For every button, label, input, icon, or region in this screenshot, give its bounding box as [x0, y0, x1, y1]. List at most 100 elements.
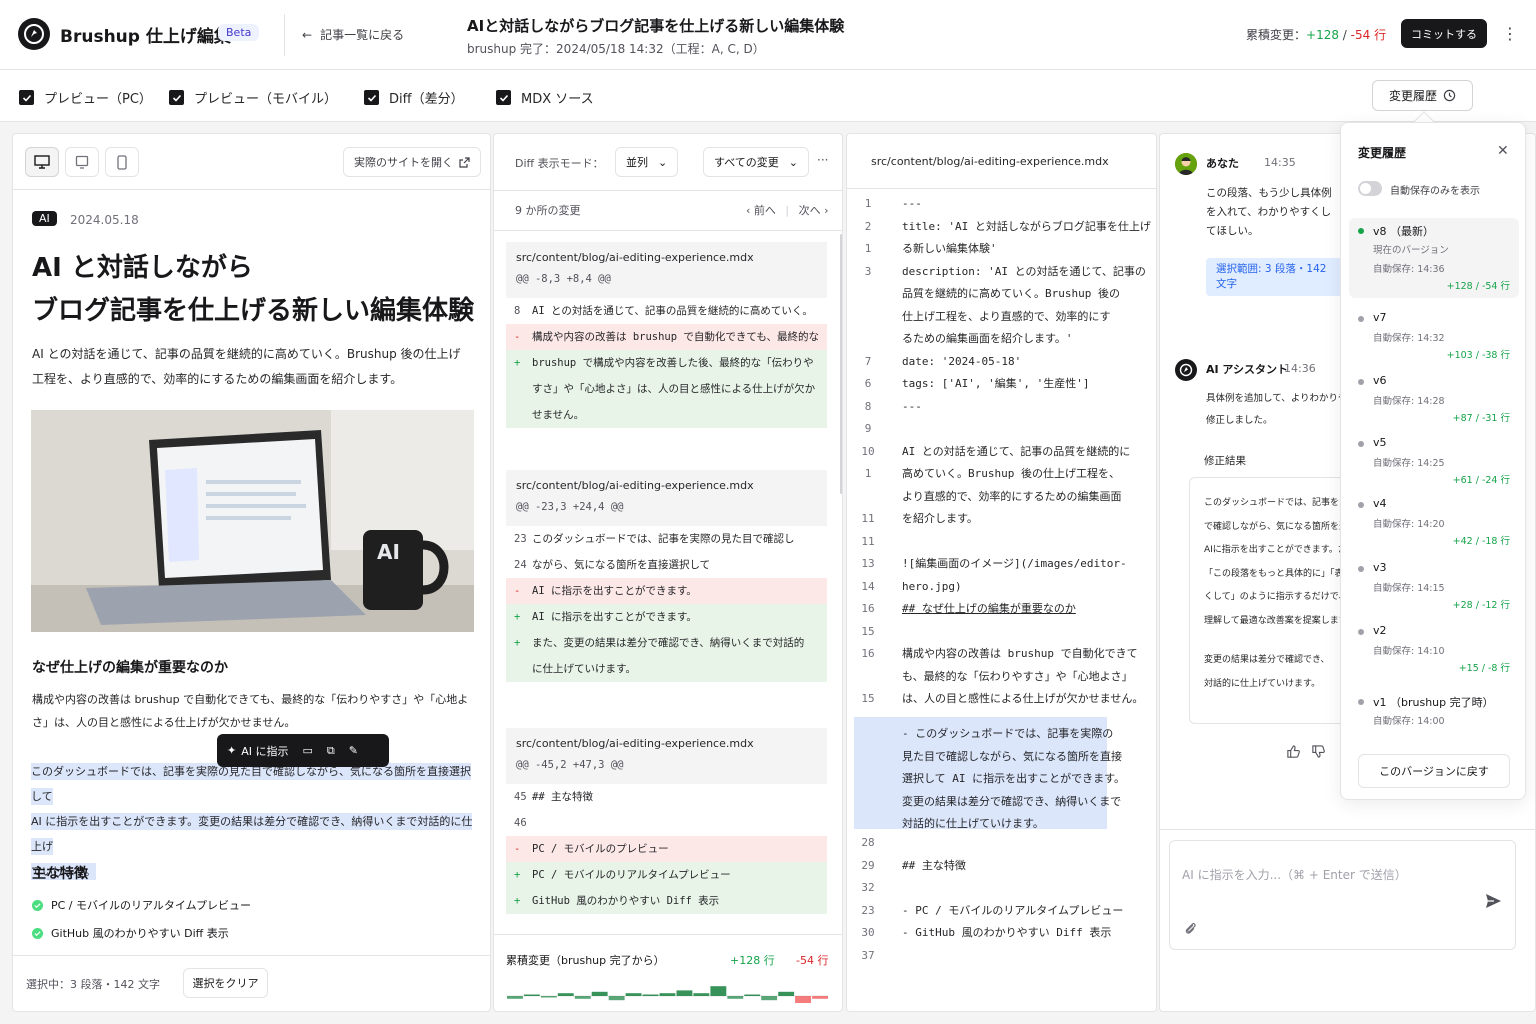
diff-mode-select[interactable]: 並列 ⌄ — [615, 147, 679, 177]
source-line-text: る新しい編集体験' — [902, 242, 997, 255]
version-diff-count: +42 / -18 行 — [1452, 536, 1510, 547]
ai-message-line: 具体例を追加して、よりわかりやすく — [1206, 393, 1341, 404]
version-item[interactable]: v7 自動保存: 14:32 +103 / -38 行 — [1358, 311, 1518, 371]
clear-selection-button[interactable]: 選択をクリア — [183, 968, 268, 998]
version-item[interactable]: v5 自動保存: 14:25 +61 / -24 行 — [1358, 436, 1518, 496]
diff-line: + brushup で構成や内容を改善した後、最終的な「伝わりや — [506, 350, 827, 376]
source-file-path: src/content/blog/ai-editing-experience.m… — [871, 155, 1109, 168]
divider — [284, 14, 285, 56]
source-line-number: 23 — [861, 903, 875, 917]
result-line: 「この段落をもっと具体的に」「表現 — [1204, 568, 1349, 579]
selected-paragraph[interactable]: このダッシュボードでは、記事を実際の見た目で確認しながら、気になる箇所を直接選択… — [31, 759, 474, 884]
more-horizontal-icon[interactable]: ··· — [817, 153, 828, 167]
article-lead: AI との対話を通じて、記事の品質を継続的に高めていく。Brushup 後の仕上… — [32, 347, 461, 386]
version-item[interactable]: v6 自動保存: 14:28 +87 / -31 行 — [1358, 374, 1518, 434]
history-popover: 変更履歴 ✕ 自動保存のみを表示 v8 （最新） 現在のバージョン 自動保存: 14… — [1340, 122, 1526, 800]
version-dot — [1358, 629, 1364, 635]
source-line: 9 — [847, 418, 1156, 441]
copy-icon[interactable]: ⧉ — [327, 744, 335, 758]
autosave-only-switch[interactable] — [1358, 181, 1382, 196]
desktop-icon — [34, 155, 50, 169]
checkbox-checked-icon[interactable] — [169, 90, 184, 105]
source-line-number: 16 — [861, 647, 875, 660]
external-link-icon — [459, 156, 470, 168]
version-diff-count: +103 / -38 行 — [1446, 350, 1510, 361]
diff-line: 23 このダッシュボードでは、記事を実際の見た目で確認し — [506, 526, 827, 552]
toggle-preview-mobile[interactable]: プレビュー（モバイル） — [169, 88, 337, 107]
send-icon[interactable] — [1484, 892, 1502, 910]
thumbs-down-icon[interactable] — [1311, 744, 1326, 759]
close-icon[interactable]: ✕ — [1497, 143, 1509, 159]
version-item[interactable]: v3 自動保存: 14:15 +28 / -12 行 — [1358, 561, 1518, 621]
source-line: 11 — [847, 531, 1156, 554]
desktop-view-button[interactable] — [25, 147, 59, 177]
checkbox-checked-icon[interactable] — [496, 90, 511, 105]
chat-input[interactable]: AI に指示を入力...（⌘ + Enter で送信） — [1169, 840, 1516, 950]
checkbox-checked-icon[interactable] — [364, 90, 379, 105]
version-item[interactable]: v1 （brushup 完了時） 自動保存: 14:00 — [1358, 694, 1518, 754]
checkbox-checked-icon[interactable] — [19, 90, 34, 105]
version-item[interactable]: v2 自動保存: 14:10 +15 / -8 行 — [1358, 624, 1518, 684]
tablet-view-button[interactable] — [65, 147, 99, 177]
version-autosave-time: 自動保存: 14:32 — [1373, 333, 1445, 344]
feedback-buttons — [1286, 744, 1326, 759]
selection-info: 選択中：3 段落・142 文字 — [26, 978, 160, 991]
result-preview: このダッシュボードでは、記事を で確認しながら、気になる箇所を選 AIに指示を出すこ… — [1189, 477, 1349, 724]
source-line-text: 選択して AI に指示を出すことができます。 — [902, 772, 1126, 785]
attachment-paperclip-icon[interactable] — [1183, 920, 1197, 936]
toggle-diff[interactable]: Diff（差分） — [364, 88, 464, 107]
change-sparkline — [506, 986, 828, 1003]
source-line: 37 — [847, 945, 1156, 968]
comment-icon[interactable]: ▭ — [302, 744, 312, 757]
version-autosave-time: 自動保存: 14:15 — [1373, 583, 1445, 594]
revert-to-version-button[interactable]: このバージョンに戻す — [1358, 754, 1510, 788]
cumulative-diff-deletions: -54 行 — [796, 954, 829, 967]
version-item[interactable]: v4 自動保存: 14:20 +42 / -18 行 — [1358, 497, 1518, 557]
toggle-mdx-source[interactable]: MDX ソース — [496, 88, 594, 107]
diff-line-text: PC / モバイルのプレビュー — [532, 843, 669, 855]
cumulative-diff-additions: +128 行 — [730, 954, 775, 967]
commit-button[interactable]: コミットする — [1401, 19, 1487, 48]
feature-label: GitHub 風のわかりやすい Diff 表示 — [51, 927, 229, 940]
diff-line-gutter — [506, 376, 532, 402]
section-heading: なぜ仕上げの編集が重要なのか — [32, 660, 228, 676]
diff-line-gutter: + — [514, 895, 521, 907]
edit-pencil-icon[interactable]: ✎ — [349, 744, 358, 757]
divider — [494, 230, 842, 231]
open-site-button[interactable]: 実際のサイトを開く — [343, 147, 481, 177]
sparkline-bar — [795, 996, 811, 1003]
back-to-list-link[interactable]: ← 記事一覧に戻る — [302, 26, 404, 43]
source-line-text: --- — [902, 399, 922, 413]
history-button[interactable]: 変更履歴 — [1372, 80, 1473, 111]
source-line-number: 2 — [864, 219, 872, 233]
source-line: 10 AI との対話を通じて、記事の品質を継続的に — [847, 441, 1156, 464]
source-line-text: date: '2024-05-18' — [902, 354, 1022, 368]
selection-scope-badge[interactable]: 選択範囲: 3 段落・142 文字 — [1206, 258, 1342, 296]
source-line-text: 仕上げ工程を、より直感的で、効率的にす — [902, 309, 1111, 323]
article-title-line: ブログ記事を仕上げる新しい編集体験 — [32, 296, 475, 326]
prev-change-button[interactable]: ‹ 前へ — [746, 204, 776, 217]
beta-badge: Beta — [218, 24, 260, 41]
version-item[interactable]: v8 （最新） 現在のバージョン 自動保存: 14:36 +128 / -54 行 — [1358, 223, 1518, 292]
next-change-button[interactable]: 次へ › — [799, 204, 829, 217]
ai-instruct-button[interactable]: ✦ AI に指示 — [227, 743, 288, 759]
diff-line: 45 ## 主な特徴 — [506, 784, 827, 810]
diff-line-gutter: + — [514, 611, 521, 623]
more-options-icon[interactable]: ⋮ — [1502, 24, 1518, 43]
change-count: 9 か所の変更 — [515, 204, 581, 217]
diff-line-gutter: 46 — [514, 817, 527, 829]
diff-line: 8 AI との対話を通じて、記事の品質を継続的に高めていく。 — [506, 298, 827, 324]
user-message: この段落、もう少し具体例を入れて、わかりやすくしてほしい。 — [1206, 187, 1332, 237]
toggle-preview-pc[interactable]: プレビュー（PC） — [19, 88, 152, 107]
mobile-view-button[interactable] — [105, 147, 139, 177]
nav-separator: | — [785, 204, 790, 217]
source-line-text: も、最終的な「伝わりやすさ」や「心地よさ」 — [902, 669, 1133, 683]
scrollbar[interactable] — [840, 234, 842, 494]
open-site-label: 実際のサイトを開く — [354, 156, 453, 169]
sparkline-bar — [608, 996, 625, 1001]
mug-logo-text: AI — [377, 540, 400, 564]
change-filter-select[interactable]: すべての変更 ⌄ — [703, 147, 810, 177]
source-line-text: --- — [902, 197, 922, 210]
source-line-number — [847, 746, 889, 769]
thumbs-up-icon[interactable] — [1286, 744, 1301, 759]
